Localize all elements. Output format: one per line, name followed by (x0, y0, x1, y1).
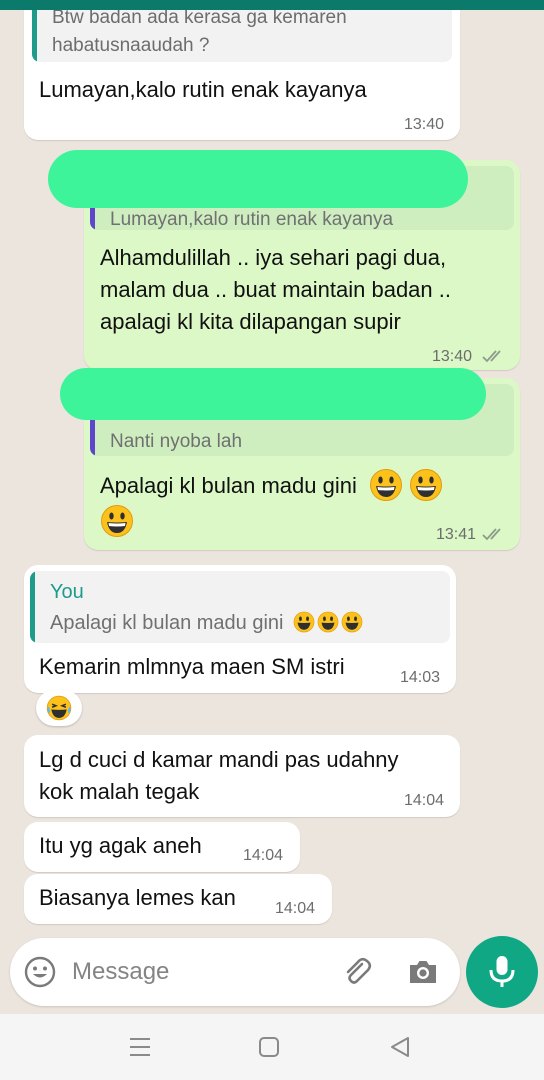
grinning-emoji (317, 611, 339, 633)
redaction-mark (48, 150, 468, 208)
message-time: 14:04 (404, 792, 445, 809)
message-text: Alhamdulillah .. iya sehari pagi dua, (100, 245, 447, 270)
quote-bar (30, 571, 35, 643)
grinning-emoji (369, 469, 402, 502)
message-bubble-incoming[interactable]: You Apalagi kl bulan madu gini Kemarin m… (24, 565, 456, 693)
quote-text-content: Apalagi kl bulan madu gini (50, 612, 284, 634)
message-text: Apalagi kl bulan madu gini (100, 469, 443, 504)
grinning-emoji (341, 611, 363, 633)
reaction-badge[interactable] (36, 690, 82, 726)
quote-author: You (50, 581, 84, 603)
message-bubble-incoming[interactable]: Btw badan ada kerasa ga kemaren habatusn… (24, 0, 460, 140)
redaction-mark (60, 368, 486, 420)
double-check-icon (482, 350, 501, 363)
quote-text: Nanti nyoba lah (110, 431, 243, 452)
message-text: Lumayan,kalo rutin enak kayanya (39, 77, 367, 102)
quote-text: Apalagi kl bulan madu gini (50, 611, 363, 635)
message-text: malam dua .. buat maintain badan .. (100, 277, 451, 302)
quoted-message[interactable]: You Apalagi kl bulan madu gini (30, 571, 450, 643)
message-input[interactable]: Message (72, 958, 169, 986)
message-text: apalagi kl kita dilapangan supir (100, 309, 401, 334)
message-time: 14:03 (400, 669, 441, 686)
quote-text: Lumayan,kalo rutin enak kayanya (110, 209, 394, 230)
message-time: 13:41 (436, 526, 477, 543)
message-time: 13:40 (404, 116, 445, 133)
message-bubble-incoming[interactable]: Biasanya lemes kan 14:04 (24, 874, 332, 924)
grinning-emoji (101, 505, 133, 537)
message-text: Kemarin mlmnya maen SM istri (39, 654, 345, 679)
grinning-emoji (410, 469, 443, 502)
back-nav-icon[interactable] (388, 1035, 412, 1059)
home-nav-icon[interactable] (257, 1035, 281, 1059)
message-text: kok malah tegak (39, 779, 200, 804)
system-navigation-bar (0, 1014, 544, 1080)
chat-area: Btw badan ada kerasa ga kemaren habatusn… (0, 0, 544, 935)
message-text: Lg d cuci d kamar mandi pas udahny (39, 747, 399, 772)
voice-record-button[interactable] (466, 936, 538, 1008)
message-time: 13:40 (432, 348, 473, 365)
header-edge (0, 0, 544, 10)
laughing-emoji (46, 695, 72, 721)
message-text-content: Apalagi kl bulan madu gini (100, 473, 357, 498)
mic-icon (489, 956, 515, 987)
attach-icon[interactable] (340, 955, 374, 989)
message-bubble-incoming[interactable]: Lg d cuci d kamar mandi pas udahny kok m… (24, 735, 460, 817)
message-time: 14:04 (275, 900, 316, 917)
message-text: Itu yg agak aneh (39, 833, 202, 858)
camera-icon[interactable] (406, 955, 440, 989)
emoji-icon[interactable] (23, 955, 57, 989)
grinning-emoji (293, 611, 315, 633)
menu-nav-icon[interactable] (128, 1035, 152, 1059)
quote-text: habatusnaaudah ? (52, 35, 210, 56)
message-bubble-incoming[interactable]: Itu yg agak aneh 14:04 (24, 822, 300, 872)
message-text: Biasanya lemes kan (39, 885, 236, 910)
message-time: 14:04 (243, 847, 284, 864)
double-check-icon (482, 528, 501, 541)
message-composer[interactable]: Message (10, 938, 460, 1006)
